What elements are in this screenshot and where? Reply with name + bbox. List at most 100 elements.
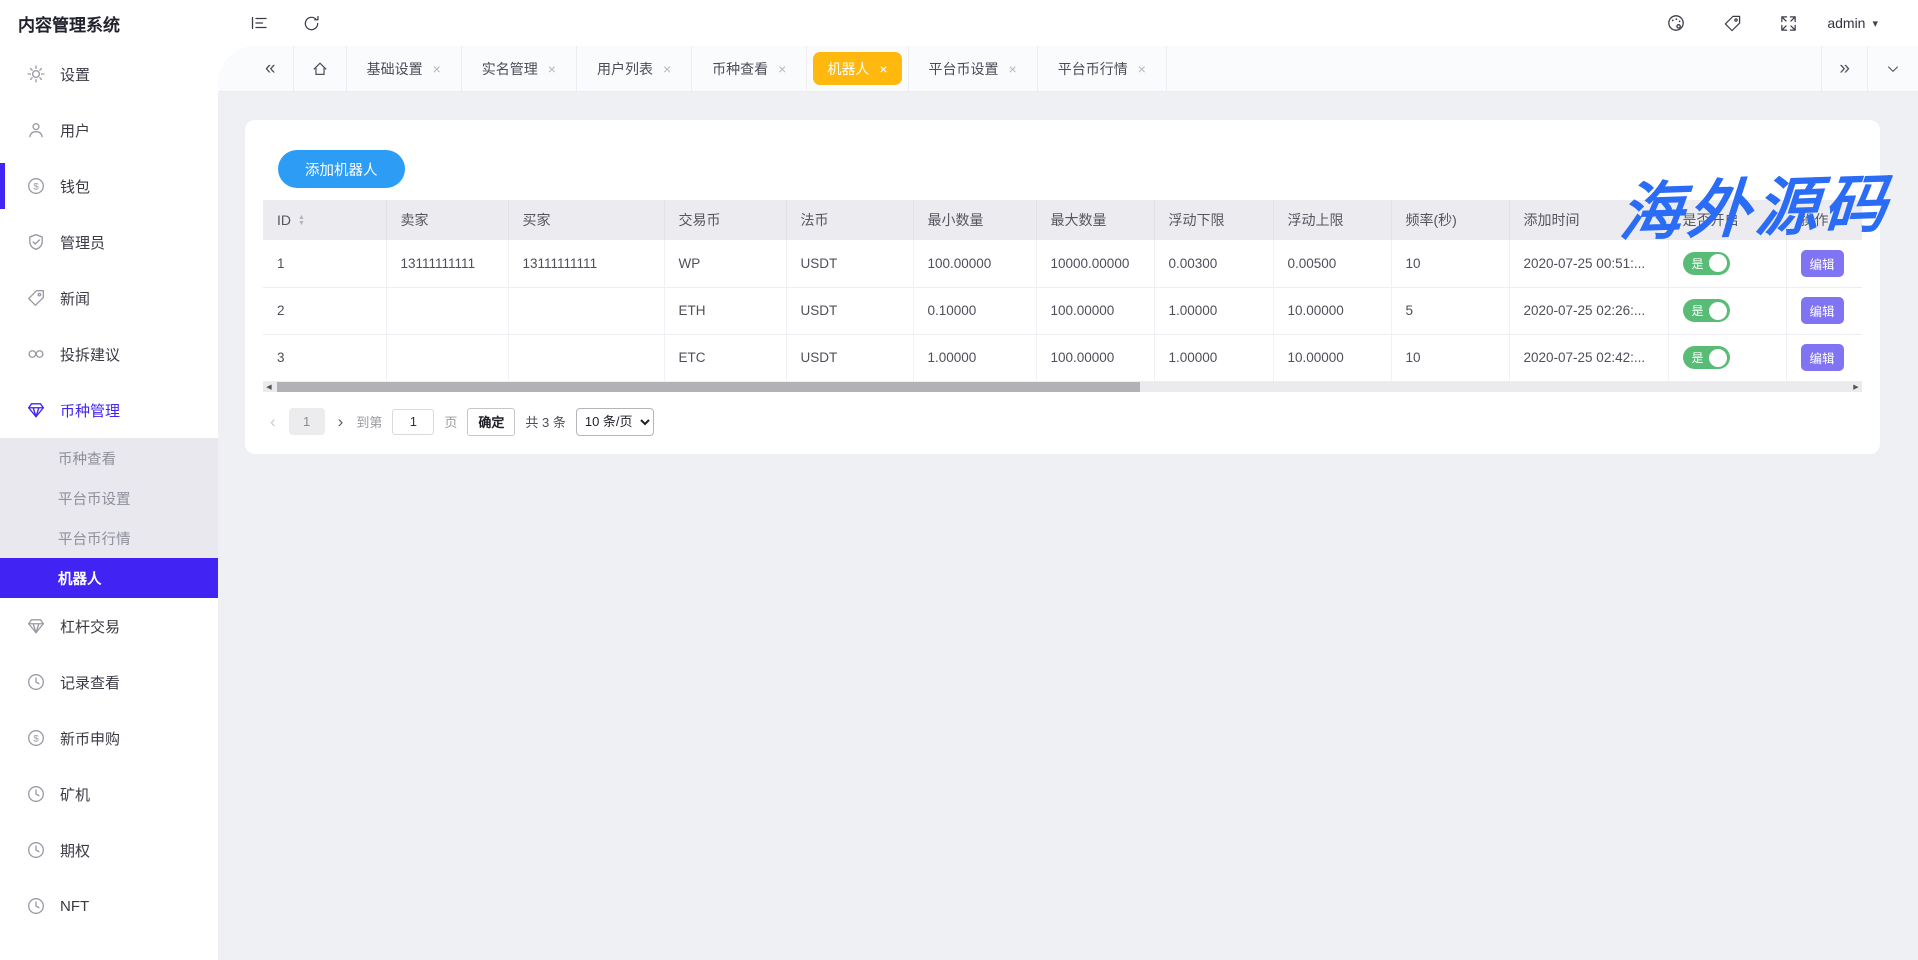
scroll-right-arrow-icon[interactable]: ▶ <box>1850 382 1862 392</box>
cell-coin: WP <box>664 240 786 287</box>
sidebar-item[interactable]: 机器人 <box>0 558 218 598</box>
column-header: 最大数量 <box>1036 200 1154 240</box>
svg-text:$: $ <box>33 733 39 744</box>
theme-palette-icon[interactable] <box>1659 6 1693 40</box>
compass-icon <box>27 897 45 915</box>
toggle-knob <box>1709 254 1727 272</box>
cell-min: 100.00000 <box>913 240 1036 287</box>
prev-page-icon[interactable]: ‹ <box>267 412 279 432</box>
cell-add-time: 2020-07-25 00:51:... <box>1509 240 1668 287</box>
column-header: 交易币 <box>664 200 786 240</box>
horizontal-scrollbar[interactable]: ◀ ▶ <box>263 382 1862 392</box>
tag-icon[interactable] <box>1715 6 1749 40</box>
sidebar-item[interactable]: 杠杆交易 <box>0 598 218 654</box>
cell-seller <box>386 287 508 334</box>
sidebar-item[interactable]: 管理员 <box>0 214 218 270</box>
confirm-page-button[interactable]: 确定 <box>467 408 515 436</box>
tab[interactable]: 实名管理 × <box>462 46 577 92</box>
sidebar-item-label: 记录查看 <box>60 672 120 693</box>
sidebar-item[interactable]: 用户 <box>0 102 218 158</box>
compass-icon <box>27 673 45 691</box>
tabbar-right: » <box>1821 46 1918 92</box>
table-row: 3 ETC USDT 1.00000 100.00000 1.00000 10.… <box>263 334 1862 381</box>
tab-label: 平台币设置 <box>929 59 999 79</box>
cell-fiat: USDT <box>786 240 913 287</box>
edit-button[interactable]: 编辑 <box>1801 297 1844 324</box>
column-header: 卖家 <box>386 200 508 240</box>
home-tab-icon[interactable] <box>294 46 347 92</box>
tabs-menu-icon[interactable] <box>1867 46 1918 92</box>
tab-close-icon[interactable]: × <box>879 61 887 77</box>
add-robot-button[interactable]: 添加机器人 <box>278 150 405 188</box>
cell-min: 1.00000 <box>913 334 1036 381</box>
sidebar-item[interactable]: 期权 <box>0 822 218 878</box>
gem-icon <box>27 617 45 635</box>
sidebar-item[interactable]: $ 新币申购 <box>0 710 218 766</box>
current-page[interactable]: 1 <box>289 408 325 435</box>
page-size-select[interactable]: 10 条/页 <box>576 408 654 436</box>
sidebar-item[interactable]: NFT <box>0 878 218 934</box>
tab[interactable]: 机器人 × <box>807 46 908 92</box>
cell-actions: 编辑 <box>1786 240 1862 287</box>
table-header-row: ID▲▼ 卖家 买家 交易币 法币 最小数量 <box>263 200 1862 240</box>
page-label: 页 <box>444 412 457 431</box>
sidebar-item-label: 平台币设置 <box>58 488 131 509</box>
user-menu[interactable]: admin ▾ <box>1827 15 1878 31</box>
sidebar-item-label: 钱包 <box>60 176 90 197</box>
sidebar-item[interactable]: 设置 <box>0 46 218 102</box>
tab-label: 实名管理 <box>482 59 538 79</box>
collapse-sidebar-icon[interactable] <box>242 6 276 40</box>
sidebar-item[interactable]: 平台币设置 <box>0 478 218 518</box>
caret-down-icon: ▾ <box>1872 17 1878 30</box>
enabled-toggle[interactable]: 是 <box>1683 299 1730 322</box>
sort-icon[interactable]: ▲▼ <box>298 215 305 227</box>
total-count: 共 3 条 <box>525 412 565 431</box>
cell-frequency: 10 <box>1391 240 1509 287</box>
enabled-toggle[interactable]: 是 <box>1683 252 1730 275</box>
scroll-left-arrow-icon[interactable]: ◀ <box>263 382 275 392</box>
tabs-scroll-left-icon[interactable]: « <box>248 46 294 92</box>
tab[interactable]: 币种查看 × <box>692 46 807 92</box>
tabs-scroll-right-icon[interactable]: » <box>1821 46 1867 92</box>
tab[interactable]: 平台币行情 × <box>1038 46 1167 92</box>
sidebar-item[interactable]: 平台币行情 <box>0 518 218 558</box>
cell-fiat: USDT <box>786 334 913 381</box>
tab-close-icon[interactable]: × <box>1009 61 1017 77</box>
sidebar-item-label: 期权 <box>60 840 90 861</box>
edit-button[interactable]: 编辑 <box>1801 344 1844 371</box>
sidebar-item[interactable]: 币种管理 <box>0 382 218 438</box>
next-page-icon[interactable]: › <box>335 412 347 432</box>
goto-page-input[interactable] <box>392 409 434 435</box>
cell-enabled: 是 <box>1668 287 1786 334</box>
sidebar-item[interactable]: 投拆建议 <box>0 326 218 382</box>
refresh-icon[interactable] <box>294 6 328 40</box>
tab-close-icon[interactable]: × <box>663 61 671 77</box>
edit-button[interactable]: 编辑 <box>1801 250 1844 277</box>
cell-max: 100.00000 <box>1036 334 1154 381</box>
cell-buyer <box>508 287 664 334</box>
tab-close-icon[interactable]: × <box>433 61 441 77</box>
tab[interactable]: 用户列表 × <box>577 46 692 92</box>
app-title: 内容管理系统 <box>0 11 218 36</box>
sidebar-item-label: 机器人 <box>58 568 102 589</box>
cell-add-time: 2020-07-25 02:26:... <box>1509 287 1668 334</box>
tab[interactable]: 基础设置 × <box>347 46 462 92</box>
sidebar-item[interactable]: $ 钱包 <box>0 158 218 214</box>
tab[interactable]: 平台币设置 × <box>909 46 1038 92</box>
sidebar-item-label: 平台币行情 <box>58 528 131 549</box>
enabled-toggle[interactable]: 是 <box>1683 346 1730 369</box>
tab-label: 平台币行情 <box>1058 59 1128 79</box>
tab-close-icon[interactable]: × <box>548 61 556 77</box>
sidebar-item[interactable]: 矿机 <box>0 766 218 822</box>
cell-id: 3 <box>263 334 386 381</box>
sidebar-item-label: 币种查看 <box>58 448 116 469</box>
sidebar-item[interactable]: 记录查看 <box>0 654 218 710</box>
tab-close-icon[interactable]: × <box>778 61 786 77</box>
table-row: 2 ETH USDT 0.10000 100.00000 1.00000 10.… <box>263 287 1862 334</box>
sidebar-item[interactable]: 币种查看 <box>0 438 218 478</box>
svg-text:$: $ <box>33 181 39 192</box>
sidebar-item[interactable]: 新闻 <box>0 270 218 326</box>
tab-close-icon[interactable]: × <box>1138 61 1146 77</box>
fullscreen-icon[interactable] <box>1771 6 1805 40</box>
scrollbar-thumb[interactable] <box>277 382 1140 392</box>
